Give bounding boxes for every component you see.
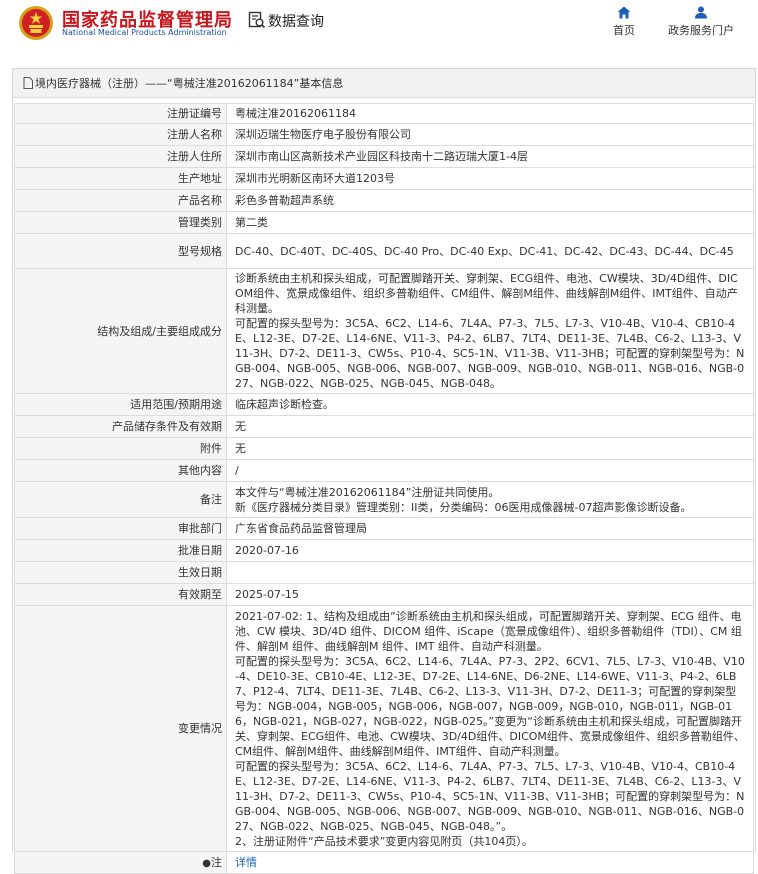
row-value-paragraph: 2021-07-02: 1、结构及组成由“诊断系统由主机和探头组成，可配置脚踏开… — [235, 609, 742, 653]
row-value: 2021-07-02: 1、结构及组成由“诊断系统由主机和探头组成，可配置脚踏开… — [226, 605, 754, 852]
row-label: 其他内容 — [14, 459, 227, 482]
row-value-paragraph: 诊断系统由主机和探头组成，可配置脚踏开关、穿刺架、ECG组件、电池、CW模块、3… — [235, 272, 738, 315]
row-label: 生效日期 — [14, 561, 227, 584]
table-row: ●注 详情 — [14, 851, 754, 874]
row-value: / — [226, 459, 754, 482]
row-label: 适用范围/预期用途 — [14, 393, 227, 416]
row-value-paragraph: 可配置的探头型号为：3C5A、6C2、L14-6、7L4A、P7-3、7L5、L… — [235, 317, 745, 390]
row-label: 有效期至 — [14, 583, 227, 606]
registration-info-table: 注册证编号 粤械注准20162061184 注册人名称 深圳迈瑞生物医疗电子股份… — [14, 103, 754, 874]
row-value: 深圳市光明新区南环大道1203号 — [226, 167, 754, 190]
row-value: 无 — [226, 437, 754, 460]
nav-service-portal[interactable]: 政务服务门户 — [658, 6, 744, 38]
row-label: 产品储存条件及有效期 — [14, 415, 227, 438]
row-value: 彩色多普勒超声系统 — [226, 189, 754, 212]
table-row: 注册人名称 深圳迈瑞生物医疗电子股份有限公司 — [14, 123, 754, 146]
row-label: 型号规格 — [14, 233, 227, 269]
row-value: DC-40、DC-40T、DC-40S、DC-40 Pro、DC-40 Exp、… — [226, 233, 754, 269]
table-row: 附件 无 — [14, 437, 754, 460]
nav-home-label: 首页 — [613, 24, 635, 37]
row-value-paragraph: 可配置的探头型号为：3C5A、6C2、L14-6、7L4A、P7-3、2P2、6… — [235, 654, 745, 758]
row-label: 注册人住所 — [14, 145, 227, 168]
table-row: 审批部门 广东省食品药品监督管理局 — [14, 517, 754, 540]
table-row: 型号规格 DC-40、DC-40T、DC-40S、DC-40 Pro、DC-40… — [14, 233, 754, 269]
row-label: 附件 — [14, 437, 227, 460]
table-row: 变更情况 2021-07-02: 1、结构及组成由“诊断系统由主机和探头组成，可… — [14, 605, 754, 852]
row-value-paragraph: 可配置的探头型号为：3C5A、6C2、L14-6、7L4A、P7-3、7L5、L… — [235, 759, 745, 833]
row-value: 临床超声诊断检查。 — [226, 393, 754, 416]
table-row: 生效日期 — [14, 561, 754, 584]
site-header: 国家药品监督管理局 National Medical Products Admi… — [0, 0, 758, 62]
table-row: 适用范围/预期用途 临床超声诊断检查。 — [14, 393, 754, 416]
row-value: 第二类 — [226, 211, 754, 234]
row-label: 注册人名称 — [14, 123, 227, 146]
table-row: 有效期至 2025-07-15 — [14, 583, 754, 606]
details-link[interactable]: 详情 — [235, 856, 257, 869]
pin-icon: ● — [202, 857, 211, 869]
row-label: 结构及组成/主要组成成分 — [14, 268, 227, 394]
row-label: 产品名称 — [14, 189, 227, 212]
row-value-paragraph: 新《医疗器械分类目录》管理类别：II类，分类编码：06医用成像器械-07超声影像… — [235, 500, 692, 514]
table-row: 其他内容 / — [14, 459, 754, 482]
note-label: 注 — [211, 855, 222, 869]
table-row: 结构及组成/主要组成成分 诊断系统由主机和探头组成，可配置脚踏开关、穿刺架、EC… — [14, 268, 754, 394]
data-query-link[interactable]: 数据查询 — [268, 11, 324, 31]
row-label: 变更情况 — [14, 605, 227, 852]
table-row: 产品名称 彩色多普勒超声系统 — [14, 189, 754, 212]
table-row: 批准日期 2020-07-16 — [14, 539, 754, 562]
row-label: 注册证编号 — [14, 103, 227, 124]
table-row: 备注 本文件与“粤械注准20162061184”注册证共同使用。 新《医疗器械分… — [14, 481, 754, 518]
panel-title: 境内医疗器械（注册）——“粤械注准20162061184”基本信息 — [13, 69, 755, 98]
row-value: 广东省食品药品监督管理局 — [226, 517, 754, 540]
user-icon — [695, 6, 707, 19]
row-label: 审批部门 — [14, 517, 227, 540]
table-row: 注册证编号 粤械注准20162061184 — [14, 103, 754, 124]
row-value-paragraph: 本文件与“粤械注准20162061184”注册证共同使用。 — [235, 485, 500, 499]
row-value: 2020-07-16 — [226, 539, 754, 562]
row-label: ●注 — [14, 851, 227, 874]
panel-title-text: 境内医疗器械（注册）——“粤械注准20162061184”基本信息 — [35, 77, 344, 90]
row-label: 生产地址 — [14, 167, 227, 190]
table-row: 产品储存条件及有效期 无 — [14, 415, 754, 438]
row-value: 深圳迈瑞生物医疗电子股份有限公司 — [226, 123, 754, 146]
table-row: 管理类别 第二类 — [14, 211, 754, 234]
row-value: 无 — [226, 415, 754, 438]
row-label: 批准日期 — [14, 539, 227, 562]
nav-service-portal-label: 政务服务门户 — [668, 24, 734, 37]
table-row: 生产地址 深圳市光明新区南环大道1203号 — [14, 167, 754, 190]
row-label: 备注 — [14, 481, 227, 518]
row-value: 2025-07-15 — [226, 583, 754, 606]
emblem-logo-icon — [19, 6, 53, 40]
row-value: 详情 — [226, 851, 754, 874]
nav-home[interactable]: 首页 — [603, 6, 645, 38]
row-value: 粤械注准20162061184 — [226, 103, 754, 124]
row-label: 管理类别 — [14, 211, 227, 234]
row-value: 诊断系统由主机和探头组成，可配置脚踏开关、穿刺架、ECG组件、电池、CW模块、3… — [226, 268, 754, 394]
site-name-en: National Medical Products Administration — [62, 28, 227, 37]
home-icon — [617, 6, 631, 19]
table-row: 注册人住所 深圳市南山区高新技术产业园区科技南十二路迈瑞大厦1-4层 — [14, 145, 754, 168]
row-value: 深圳市南山区高新技术产业园区科技南十二路迈瑞大厦1-4层 — [226, 145, 754, 168]
document-icon — [23, 77, 33, 89]
row-value — [226, 561, 754, 584]
row-value-paragraph: 2、注册证附件“产品技术要求”变更内容见附页（共104页）。 — [235, 834, 533, 848]
row-value: 本文件与“粤械注准20162061184”注册证共同使用。 新《医疗器械分类目录… — [226, 481, 754, 518]
data-query-icon[interactable] — [248, 11, 266, 29]
